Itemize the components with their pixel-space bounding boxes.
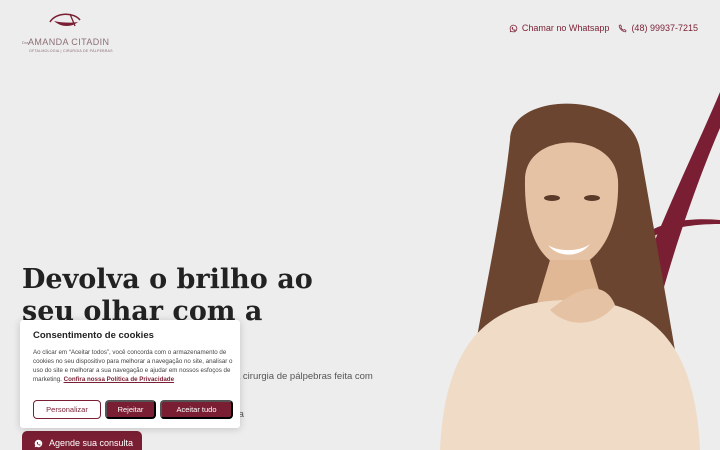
logo-mark-icon	[49, 13, 81, 27]
whatsapp-icon	[34, 439, 43, 447]
phone-label: (48) 99937-7215	[631, 23, 698, 33]
customize-button[interactable]: Personalizar	[33, 400, 101, 419]
schedule-button-label: Agende sua consulta	[49, 438, 134, 448]
cookie-buttons: Personalizar Rejeitar Aceitar tudo	[33, 400, 233, 419]
whatsapp-icon	[509, 24, 518, 32]
site-header: Dra. AMANDA CITADIN OFTALMOLOGIA | CIRUR…	[0, 0, 720, 60]
logo-name: AMANDA CITADIN	[28, 37, 110, 47]
privacy-policy-link[interactable]: Confira nossa Política de Privacidade	[64, 376, 174, 383]
logo[interactable]: Dra. AMANDA CITADIN OFTALMOLOGIA | CIRUR…	[22, 10, 122, 53]
cookie-consent-dialog: Consentimento de cookies Ao clicar em “A…	[20, 320, 240, 428]
phone-link[interactable]: (48) 99937-7215	[618, 23, 698, 33]
cookie-title: Consentimento de cookies	[33, 330, 154, 341]
logo-subtitle: OFTALMOLOGIA | CIRURGIA DE PÁLPEBRAS	[29, 49, 113, 53]
header-contacts: Chamar no Whatsapp (48) 99937-7215	[509, 23, 698, 33]
reject-button[interactable]: Rejeitar	[105, 400, 156, 419]
schedule-button[interactable]: Agende sua consulta	[22, 431, 142, 450]
doctor-portrait	[440, 92, 720, 450]
cookie-body: Ao clicar em “Aceitar todos”, você conco…	[33, 348, 233, 384]
whatsapp-label: Chamar no Whatsapp	[521, 23, 610, 33]
phone-icon	[619, 24, 627, 32]
whatsapp-link[interactable]: Chamar no Whatsapp	[509, 23, 610, 33]
hero-text: a cirurgia de pálpebras feita com	[235, 371, 373, 382]
accept-all-button[interactable]: Aceitar tudo	[160, 400, 233, 419]
